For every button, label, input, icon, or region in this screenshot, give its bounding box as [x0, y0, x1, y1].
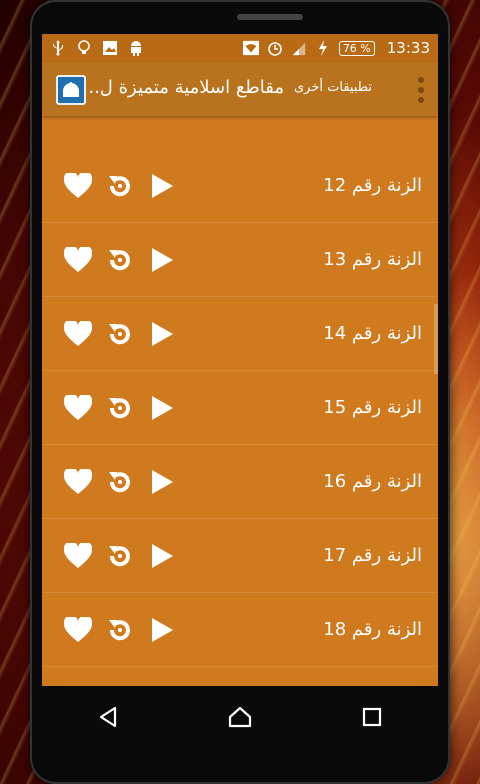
alarm-icon — [267, 40, 283, 56]
battery-level: 76 % — [338, 40, 375, 56]
overflow-menu-icon[interactable] — [416, 77, 426, 103]
heart-icon[interactable] — [64, 394, 92, 422]
row-actions — [64, 519, 176, 592]
clip-list: الزنة رقم 12 الزنة رقم 13 الزنة رقم 14 الزن… — [42, 149, 438, 667]
row-actions — [64, 223, 176, 296]
app-bar: مقاطع اسلامية متميزة ل.. تطبيقات أخرى — [42, 62, 438, 116]
list-item[interactable]: الزنة رقم 12 — [42, 149, 438, 223]
list-item-label: الزنة رقم 13 — [323, 249, 422, 270]
heart-icon[interactable] — [64, 616, 92, 644]
list-item[interactable]: الزنة رقم 16 — [42, 445, 438, 519]
play-icon[interactable] — [148, 616, 176, 644]
other-apps-button[interactable]: تطبيقات أخرى — [294, 80, 372, 95]
row-actions — [64, 149, 176, 222]
bulb-icon — [76, 40, 92, 56]
play-icon[interactable] — [148, 246, 176, 274]
list-item[interactable]: الزنة رقم 15 — [42, 371, 438, 445]
play-icon[interactable] — [148, 468, 176, 496]
list-item[interactable]: الزنة رقم 18 — [42, 593, 438, 667]
replay-icon[interactable] — [106, 616, 134, 644]
heart-icon[interactable] — [64, 172, 92, 200]
image-icon — [102, 40, 118, 56]
play-icon[interactable] — [148, 320, 176, 348]
usb-icon — [50, 40, 66, 56]
list-item-label: الزنة رقم 17 — [323, 545, 422, 566]
signal-icon — [291, 40, 307, 56]
scrollbar[interactable] — [434, 304, 438, 374]
list-item-label: الزنة رقم 12 — [323, 175, 422, 196]
replay-icon[interactable] — [106, 172, 134, 200]
replay-icon[interactable] — [106, 542, 134, 570]
wifi-icon — [242, 40, 259, 56]
row-actions — [64, 445, 176, 518]
status-time: 13:33 — [386, 39, 430, 57]
android-icon — [128, 40, 144, 56]
list-item-label: الزنة رقم 14 — [323, 323, 422, 344]
recents-icon[interactable] — [352, 697, 392, 737]
replay-icon[interactable] — [106, 320, 134, 348]
speaker-grille — [237, 14, 303, 20]
list-item[interactable]: الزنة رقم 13 — [42, 223, 438, 297]
navigation-bar — [42, 686, 438, 748]
heart-icon[interactable] — [64, 320, 92, 348]
app-screen: 76 % 13:33 مقاطع اسلامية متميزة ل.. تطبي… — [42, 34, 438, 686]
list-item-label: الزنة رقم 16 — [323, 471, 422, 492]
heart-icon[interactable] — [64, 246, 92, 274]
heart-icon[interactable] — [64, 468, 92, 496]
row-actions — [64, 371, 176, 444]
list-item[interactable]: الزنة رقم 14 — [42, 297, 438, 371]
status-bar: 76 % 13:33 — [42, 34, 438, 62]
charging-icon — [315, 40, 331, 56]
replay-icon[interactable] — [106, 468, 134, 496]
play-icon[interactable] — [148, 542, 176, 570]
play-icon[interactable] — [148, 172, 176, 200]
play-icon[interactable] — [148, 394, 176, 422]
home-icon[interactable] — [220, 697, 260, 737]
replay-icon[interactable] — [106, 394, 134, 422]
app-logo-icon[interactable] — [56, 75, 86, 105]
app-title: مقاطع اسلامية متميزة ل.. — [88, 77, 284, 98]
replay-icon[interactable] — [106, 246, 134, 274]
list-item-label: الزنة رقم 18 — [323, 619, 422, 640]
list-item-label: الزنة رقم 15 — [323, 397, 422, 418]
row-actions — [64, 297, 176, 370]
heart-icon[interactable] — [64, 542, 92, 570]
list-item[interactable]: الزنة رقم 17 — [42, 519, 438, 593]
back-icon[interactable] — [88, 697, 128, 737]
row-actions — [64, 593, 176, 666]
